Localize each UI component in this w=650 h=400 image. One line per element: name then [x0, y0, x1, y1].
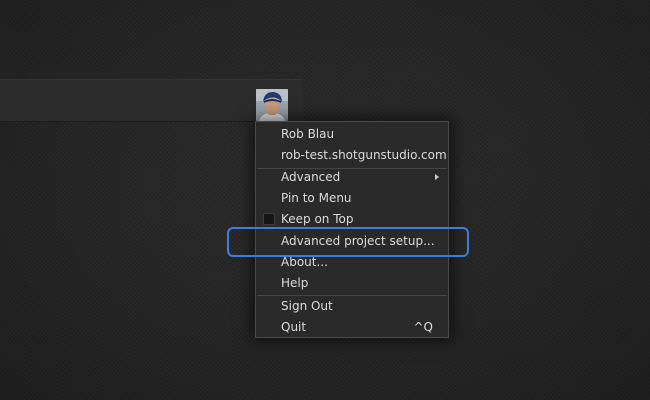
menu-item-about[interactable]: About... [256, 252, 448, 273]
quit-shortcut: ^Q [413, 320, 434, 334]
menu-site-url: rob-test.shotgunstudio.com [281, 148, 447, 162]
keep-on-top-checkbox[interactable] [263, 213, 275, 225]
menu-item-keep-on-top-label: Keep on Top [281, 212, 354, 226]
user-avatar[interactable] [256, 89, 288, 121]
menu-item-advanced-label: Advanced [281, 170, 341, 184]
menu-item-keep-on-top[interactable]: Keep on Top [256, 209, 448, 230]
menu-item-help[interactable]: Help [256, 273, 448, 294]
menu-item-pin-to-menu[interactable]: Pin to Menu [256, 188, 448, 209]
account-menu: Rob Blau rob-test.shotgunstudio.com Adva… [255, 121, 449, 338]
menu-item-quit[interactable]: Quit ^Q [256, 317, 448, 338]
menu-item-quit-label: Quit [281, 320, 307, 334]
submenu-arrow-icon [435, 174, 439, 180]
menu-item-advanced-project-setup[interactable]: Advanced project setup... [256, 231, 448, 252]
menu-item-advanced[interactable]: Advanced [256, 167, 448, 188]
menu-user-name: Rob Blau [281, 127, 335, 141]
menu-item-sign-out[interactable]: Sign Out [256, 296, 448, 317]
avatar-photo [256, 89, 288, 121]
